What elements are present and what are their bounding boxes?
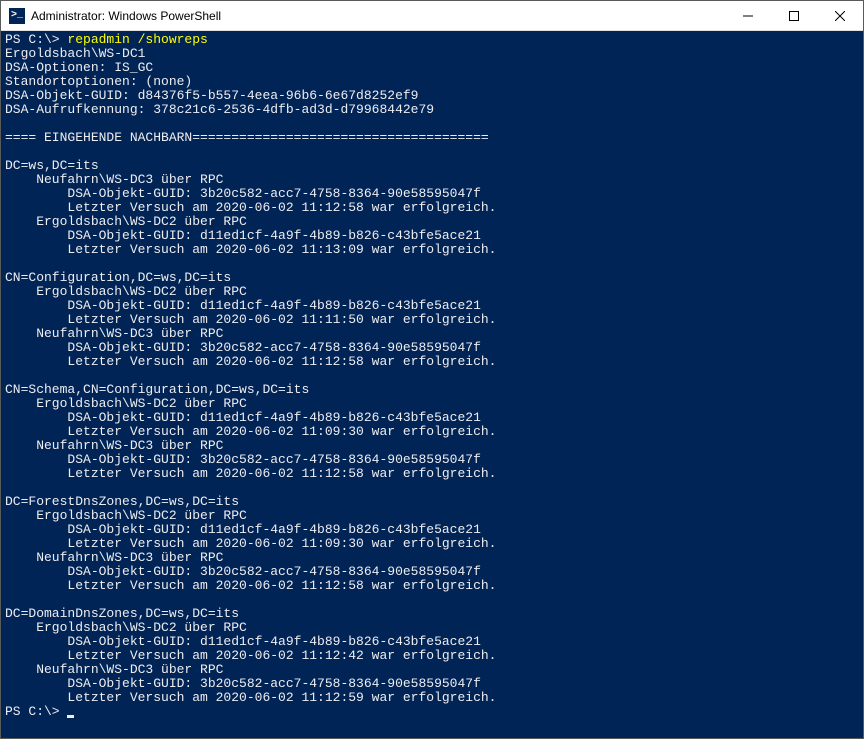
output-guid: DSA-Objekt-GUID: 3b20c582-acc7-4758-8364… [5, 452, 481, 467]
close-button[interactable] [817, 1, 863, 30]
output-attempt: Letzter Versuch am 2020-06-02 11:09:30 w… [5, 536, 496, 551]
powershell-icon: >_ [9, 8, 25, 24]
output-context: CN=Schema,CN=Configuration,DC=ws,DC=its [5, 382, 309, 397]
output-line: DSA-Aufrufkennung: 378c21c6-2536-4dfb-ad… [5, 102, 434, 117]
window-title: Administrator: Windows PowerShell [31, 9, 725, 23]
output-guid: DSA-Objekt-GUID: d11ed1cf-4a9f-4b89-b826… [5, 228, 481, 243]
command-text: repadmin /showreps [60, 32, 208, 47]
output-neighbor: Neufahrn\WS-DC3 über RPC [5, 172, 223, 187]
output-neighbor: Neufahrn\WS-DC3 über RPC [5, 438, 223, 453]
terminal-output[interactable]: PS C:\> repadmin /showreps Ergoldsbach\W… [1, 31, 863, 738]
output-neighbor: Ergoldsbach\WS-DC2 über RPC [5, 396, 247, 411]
output-guid: DSA-Objekt-GUID: 3b20c582-acc7-4758-8364… [5, 564, 481, 579]
output-neighbor: Neufahrn\WS-DC3 über RPC [5, 326, 223, 341]
output-neighbor: Neufahrn\WS-DC3 über RPC [5, 662, 223, 677]
prompt: PS C:\> [5, 704, 67, 719]
output-attempt: Letzter Versuch am 2020-06-02 11:12:58 w… [5, 578, 496, 593]
output-neighbor: Ergoldsbach\WS-DC2 über RPC [5, 214, 247, 229]
output-guid: DSA-Objekt-GUID: 3b20c582-acc7-4758-8364… [5, 340, 481, 355]
output-guid: DSA-Objekt-GUID: d11ed1cf-4a9f-4b89-b826… [5, 410, 481, 425]
output-attempt: Letzter Versuch am 2020-06-02 11:09:30 w… [5, 424, 496, 439]
output-attempt: Letzter Versuch am 2020-06-02 11:11:50 w… [5, 312, 496, 327]
maximize-button[interactable] [771, 1, 817, 30]
titlebar[interactable]: >_ Administrator: Windows PowerShell [1, 1, 863, 31]
output-neighbor: Neufahrn\WS-DC3 über RPC [5, 550, 223, 565]
output-attempt: Letzter Versuch am 2020-06-02 11:12:58 w… [5, 354, 496, 369]
window-controls [725, 1, 863, 30]
output-guid: DSA-Objekt-GUID: 3b20c582-acc7-4758-8364… [5, 676, 481, 691]
output-attempt: Letzter Versuch am 2020-06-02 11:12:42 w… [5, 648, 496, 663]
minimize-button[interactable] [725, 1, 771, 30]
cursor [67, 715, 74, 718]
output-neighbor: Ergoldsbach\WS-DC2 über RPC [5, 508, 247, 523]
prompt: PS C:\> [5, 32, 60, 47]
output-attempt: Letzter Versuch am 2020-06-02 11:13:09 w… [5, 242, 496, 257]
output-line: Ergoldsbach\WS-DC1 [5, 46, 145, 61]
output-guid: DSA-Objekt-GUID: d11ed1cf-4a9f-4b89-b826… [5, 298, 481, 313]
output-section-header: ==== EINGEHENDE NACHBARN================… [5, 130, 489, 145]
output-line: DSA-Optionen: IS_GC [5, 60, 153, 75]
output-attempt: Letzter Versuch am 2020-06-02 11:12:58 w… [5, 466, 496, 481]
output-attempt: Letzter Versuch am 2020-06-02 11:12:58 w… [5, 200, 496, 215]
output-line: Standortoptionen: (none) [5, 74, 192, 89]
output-attempt: Letzter Versuch am 2020-06-02 11:12:59 w… [5, 690, 496, 705]
output-context: DC=ForestDnsZones,DC=ws,DC=its [5, 494, 239, 509]
output-guid: DSA-Objekt-GUID: d11ed1cf-4a9f-4b89-b826… [5, 522, 481, 537]
output-line: DSA-Objekt-GUID: d84376f5-b557-4eea-96b6… [5, 88, 418, 103]
output-guid: DSA-Objekt-GUID: 3b20c582-acc7-4758-8364… [5, 186, 481, 201]
powershell-window: >_ Administrator: Windows PowerShell PS … [0, 0, 864, 739]
output-neighbor: Ergoldsbach\WS-DC2 über RPC [5, 620, 247, 635]
output-neighbor: Ergoldsbach\WS-DC2 über RPC [5, 284, 247, 299]
output-context: CN=Configuration,DC=ws,DC=its [5, 270, 231, 285]
output-guid: DSA-Objekt-GUID: d11ed1cf-4a9f-4b89-b826… [5, 634, 481, 649]
output-context: DC=ws,DC=its [5, 158, 99, 173]
output-context: DC=DomainDnsZones,DC=ws,DC=its [5, 606, 239, 621]
